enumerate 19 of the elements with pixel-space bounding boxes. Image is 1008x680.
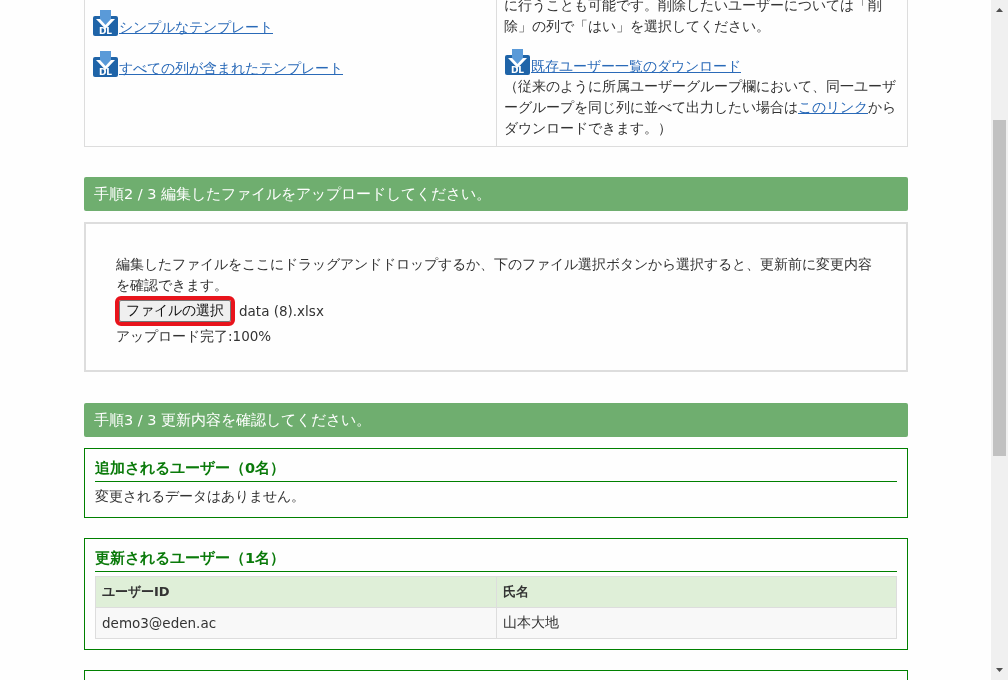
empty-message: 変更されるデータはありません。 — [95, 488, 305, 504]
step-header: 手順2 / 3 編集したファイルをアップロードしてください。 — [84, 177, 908, 211]
template-link[interactable]: すべての列が含まれたテンプレート — [119, 60, 343, 78]
section-title: 更新されるユーザー（1名） — [95, 549, 897, 572]
file-name: data (8).xlsx — [239, 301, 324, 321]
scrollbar[interactable] — [991, 0, 1008, 680]
column-header: 氏名 — [496, 576, 897, 608]
step-header: 手順3 / 3 更新内容を確認してください。 — [84, 403, 908, 437]
table-cell: demo3@eden.ac — [95, 607, 496, 639]
column-header: ユーザーID — [95, 576, 496, 608]
note-text: （従来のように所属ユーザーグループ欄において、同一ユーザーグループを同じ列に並べて出力したい場合は このリンクからダウンロードできます。） — [504, 77, 897, 138]
inline-link[interactable]: このリンク — [798, 99, 868, 115]
drop-instructions: 編集したファイルをここにドラッグアンドドロップするか、下のファイル選択ボタンから選択すると、更新前に変更内容を確認できます。 — [116, 255, 873, 295]
template-link[interactable]: シンプルなテンプレート — [119, 19, 273, 37]
table-cell: 山本大地 — [496, 607, 897, 639]
drop-zone[interactable]: 編集したファイルをここにドラッグアンドドロップするか、下のファイル選択ボタンから選択すると、更新前に変更内容を確認できます。 ファイルの選択 data (8).xlsx アップロード完了:100% — [84, 222, 908, 372]
section-title: 追加されるユーザー（0名） — [95, 459, 897, 482]
download-link[interactable]: 既存ユーザー一覧のダウンロード — [531, 58, 741, 76]
upload-status: アップロード完了:100% — [116, 327, 273, 346]
